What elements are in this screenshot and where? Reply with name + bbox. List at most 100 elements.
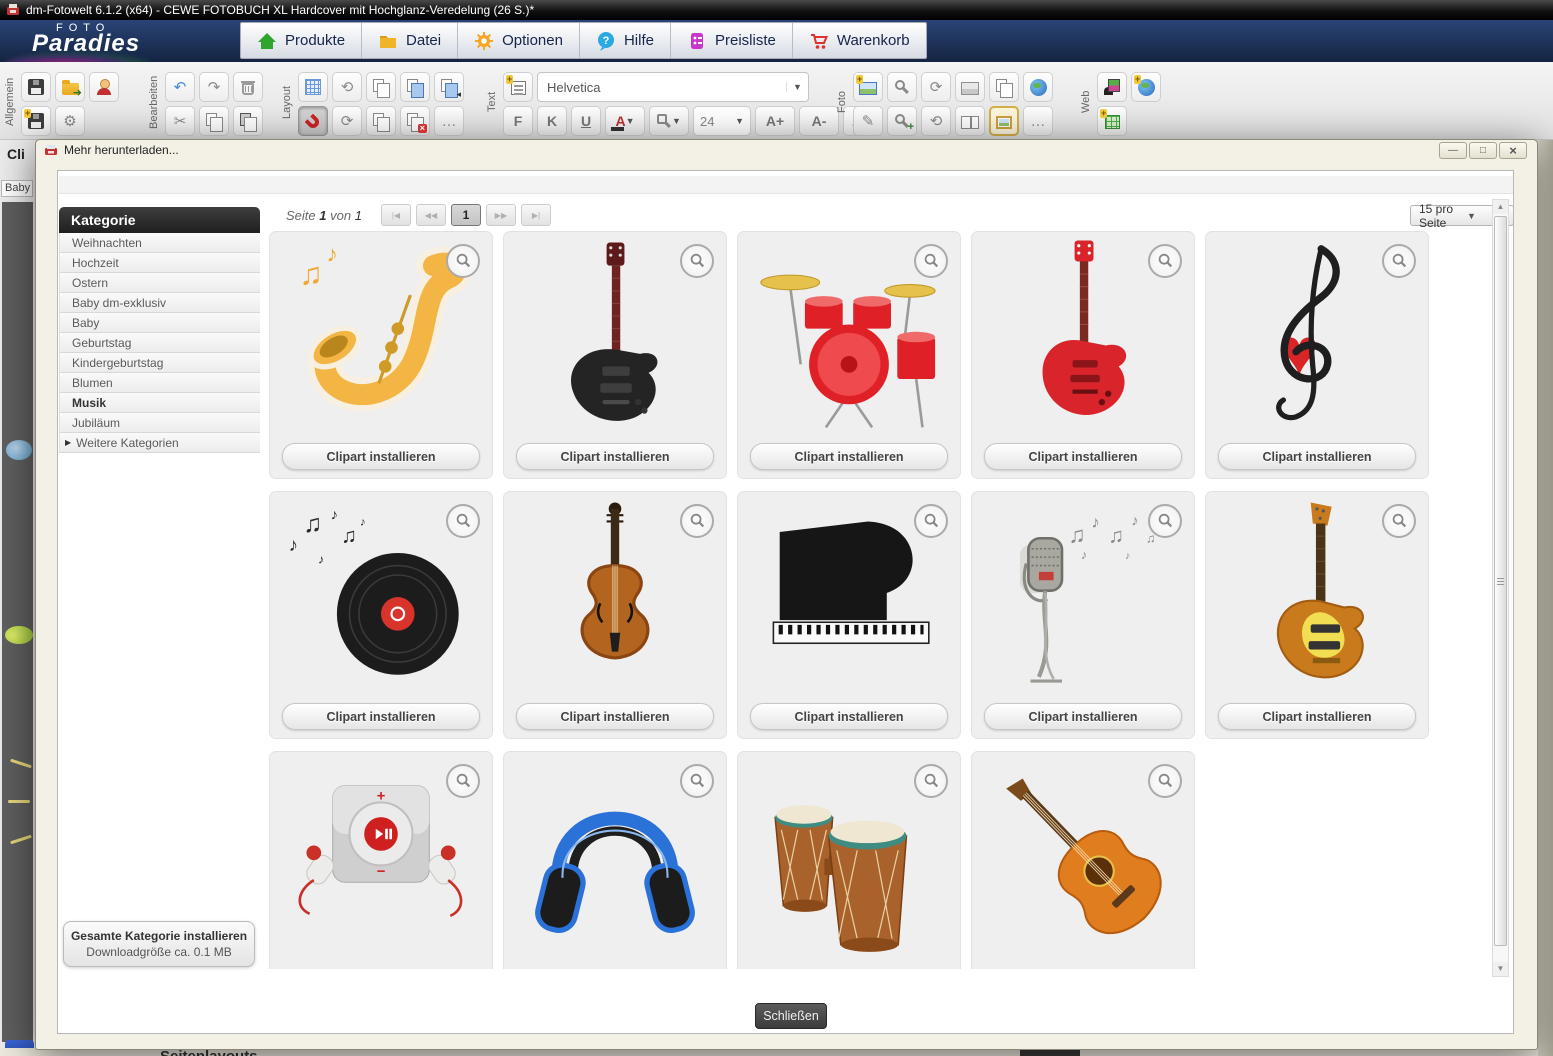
install-clipart-button[interactable]: Clipart installieren: [1218, 703, 1416, 730]
preview-zoom-button[interactable]: [446, 504, 480, 538]
rotate-right-button[interactable]: ⟳: [332, 106, 362, 136]
bring-front-button[interactable]: [400, 72, 430, 102]
title-bar[interactable]: dm-Fotowelt 6.1.2 (x64) - CEWE FOTOBUCH …: [0, 0, 1553, 20]
category-item-jubilaeum[interactable]: Jubiläum: [59, 413, 260, 433]
move-element-button[interactable]: [366, 106, 396, 136]
preview-zoom-button[interactable]: [914, 244, 948, 278]
nav-hilfe-button[interactable]: ? Hilfe: [580, 23, 671, 58]
first-page-button[interactable]: |◀: [381, 204, 411, 226]
install-clipart-button[interactable]: Clipart installieren: [750, 443, 948, 470]
open-project-button[interactable]: ➜: [55, 72, 85, 102]
delete-button[interactable]: [233, 72, 263, 102]
preview-zoom-button[interactable]: [680, 244, 714, 278]
preview-zoom-button[interactable]: [1148, 504, 1182, 538]
add-text-button[interactable]: +: [503, 72, 533, 102]
close-dialog-button[interactable]: Schließen: [755, 1003, 827, 1029]
preview-zoom-button[interactable]: [1382, 244, 1416, 278]
nav-warenkorb-button[interactable]: Warenkorb: [793, 23, 926, 58]
save-as-button[interactable]: +: [21, 106, 51, 136]
install-clipart-button[interactable]: Clipart installieren: [516, 443, 714, 470]
preview-zoom-button[interactable]: [914, 764, 948, 798]
save-button[interactable]: [21, 72, 51, 102]
category-item-weihnachten[interactable]: Weihnachten: [59, 233, 260, 253]
rotate-photo-button[interactable]: ⟳: [921, 72, 951, 102]
redo-button[interactable]: ↷: [199, 72, 229, 102]
scrollbar-thumb[interactable]: [1494, 216, 1507, 946]
font-color-button[interactable]: A▼: [605, 106, 645, 136]
cut-button[interactable]: ✂: [165, 106, 195, 136]
install-clipart-button[interactable]: Clipart installieren: [516, 703, 714, 730]
preview-zoom-button[interactable]: [1382, 504, 1416, 538]
current-page-button[interactable]: 1: [451, 204, 481, 226]
install-clipart-button[interactable]: Clipart installieren: [282, 443, 480, 470]
category-item-hochzeit[interactable]: Hochzeit: [59, 253, 260, 273]
nav-produkte-button[interactable]: Produkte: [241, 23, 362, 58]
font-size-up-button[interactable]: A+: [755, 106, 795, 136]
nav-optionen-button[interactable]: Optionen: [458, 23, 580, 58]
edit-photo-button[interactable]: ✎: [853, 106, 883, 136]
maximize-button[interactable]: □: [1469, 142, 1497, 159]
duplicate-page-button[interactable]: ◂: [434, 72, 464, 102]
install-clipart-button[interactable]: Clipart installieren: [750, 703, 948, 730]
next-page-button[interactable]: ▶▶: [486, 204, 516, 226]
preview-zoom-button[interactable]: [914, 504, 948, 538]
bold-button[interactable]: F: [503, 106, 533, 136]
preview-zoom-button[interactable]: [680, 504, 714, 538]
category-item-blumen[interactable]: Blumen: [59, 373, 260, 393]
web-photo-button[interactable]: [1023, 72, 1053, 102]
preview-zoom-button[interactable]: [680, 764, 714, 798]
dialog-title-bar[interactable]: Mehr herunterladen...: [44, 143, 179, 157]
photo-more-button[interactable]: …: [1023, 106, 1053, 136]
enhance-photo-button[interactable]: [955, 72, 985, 102]
bring-back-button[interactable]: [366, 72, 396, 102]
zoom-in-photo-button[interactable]: +: [887, 106, 917, 136]
profile-button[interactable]: [89, 72, 119, 102]
install-clipart-button[interactable]: Clipart installieren: [1218, 443, 1416, 470]
grid-button[interactable]: [298, 72, 328, 102]
copy-button[interactable]: [199, 106, 229, 136]
category-item-baby[interactable]: Baby: [59, 313, 260, 333]
preview-zoom-button[interactable]: [446, 764, 480, 798]
category-item-geburtstag[interactable]: Geburtstag: [59, 333, 260, 353]
nav-datei-button[interactable]: Datei: [362, 23, 458, 58]
nav-preisliste-button[interactable]: Preisliste: [671, 23, 793, 58]
zoom-out-photo-button[interactable]: [887, 72, 917, 102]
settings-button[interactable]: ⚙: [55, 106, 85, 136]
category-item-musik[interactable]: Musik: [59, 393, 260, 413]
font-size-select[interactable]: 24▼: [693, 106, 751, 136]
install-clipart-button[interactable]: Clipart installieren: [282, 703, 480, 730]
brand-logo[interactable]: FOTO Paradies: [18, 22, 218, 62]
category-item-weitere-kategorien[interactable]: ▶Weitere Kategorien: [59, 433, 260, 453]
last-page-button[interactable]: ▶|: [521, 204, 551, 226]
scrollbar-up-button[interactable]: ▲: [1493, 200, 1508, 214]
italic-button[interactable]: K: [537, 106, 567, 136]
layout-more-button[interactable]: …: [434, 106, 464, 136]
remove-page-button[interactable]: ×: [400, 106, 430, 136]
prev-page-button[interactable]: ◀◀: [416, 204, 446, 226]
install-clipart-button[interactable]: Clipart installieren: [984, 443, 1182, 470]
layers-button[interactable]: [989, 72, 1019, 102]
undo-button[interactable]: ↶: [165, 72, 195, 102]
install-clipart-button[interactable]: Clipart installieren: [984, 703, 1182, 730]
rotate-left-button[interactable]: ⟲: [332, 72, 362, 102]
preview-zoom-button[interactable]: [446, 244, 480, 278]
category-item-kindergeburtstag[interactable]: Kindergeburtstag: [59, 353, 260, 373]
fill-color-button[interactable]: ▼: [649, 106, 689, 136]
close-window-button[interactable]: ×: [1499, 142, 1527, 159]
web-upload-button[interactable]: +: [1131, 72, 1161, 102]
rotate-back-button[interactable]: ⟲: [921, 106, 951, 136]
snap-magnet-button[interactable]: [298, 106, 328, 136]
photo-frame-button[interactable]: [989, 106, 1019, 136]
preview-zoom-button[interactable]: [1148, 764, 1182, 798]
slideshow-button[interactable]: [1097, 72, 1127, 102]
page-spread-button[interactable]: [955, 106, 985, 136]
font-size-down-button[interactable]: A-: [799, 106, 839, 136]
clipart-category-tab[interactable]: Baby: [1, 180, 33, 197]
scrollbar-down-button[interactable]: ▼: [1493, 962, 1508, 976]
install-all-category-button[interactable]: Gesamte Kategorie installieren Downloadg…: [63, 921, 255, 967]
paste-button[interactable]: [233, 106, 263, 136]
preview-zoom-button[interactable]: [1148, 244, 1182, 278]
underline-button[interactable]: U: [571, 106, 601, 136]
minimize-button[interactable]: —: [1439, 142, 1467, 159]
font-family-select[interactable]: Helvetica ▼: [537, 72, 809, 102]
